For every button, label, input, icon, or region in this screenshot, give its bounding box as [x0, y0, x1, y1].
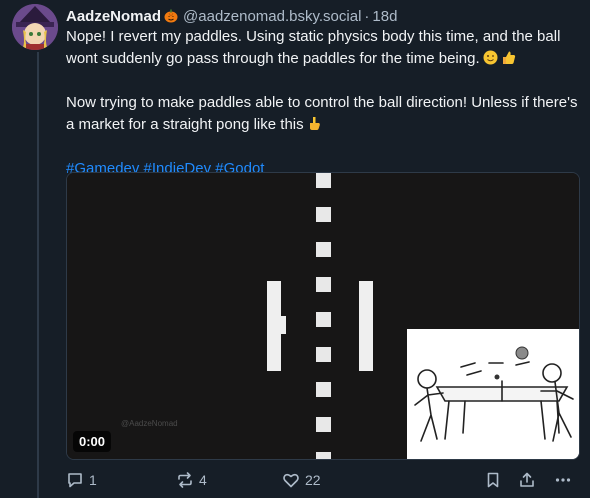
- separator: ·: [364, 7, 370, 25]
- more-options-button[interactable]: [554, 468, 572, 492]
- thread-line: [37, 52, 39, 498]
- reply-count: 1: [89, 472, 97, 488]
- like-count: 22: [305, 472, 321, 488]
- reply-button[interactable]: 1: [66, 468, 97, 492]
- bookmark-button[interactable]: [484, 468, 502, 492]
- repost-count: 4: [199, 472, 207, 488]
- more-icon: [554, 471, 572, 489]
- video-watermark: @AadzeNomad: [121, 419, 178, 428]
- center-line-segment: [316, 312, 331, 327]
- bookmark-icon: [484, 471, 502, 489]
- display-name[interactable]: AadzeNomad: [66, 8, 161, 25]
- video-time: 0:00: [73, 431, 112, 452]
- like-button[interactable]: 22: [282, 468, 321, 492]
- ping-pong-sketch-image: [407, 329, 579, 459]
- center-line-segment: [316, 382, 331, 397]
- pointing-down-icon: [307, 116, 322, 131]
- author-handle[interactable]: @aadzenomad.bsky.social: [183, 8, 361, 25]
- post-paragraph-2: Now trying to make paddles able to contr…: [66, 92, 582, 136]
- center-line-segment: [316, 452, 331, 459]
- video-player[interactable]: @AadzeNomad 0:00: [66, 172, 580, 460]
- post-paragraph-2-text: Now trying to make paddles able to contr…: [66, 94, 578, 133]
- post-header: AadzeNomad @aadzenomad.bsky.social · 18d: [66, 6, 397, 26]
- post-actions: 1 4 22: [66, 468, 582, 492]
- center-line-segment: [316, 207, 331, 222]
- post-time[interactable]: 18d: [372, 8, 397, 25]
- share-button[interactable]: [518, 468, 536, 492]
- winking-face-icon: [483, 50, 498, 65]
- avatar[interactable]: [12, 4, 58, 50]
- reply-icon: [66, 471, 84, 489]
- paddle-nub: [280, 316, 286, 334]
- center-line-segment: [316, 242, 331, 257]
- right-paddle: [359, 281, 373, 371]
- thumbs-up-icon: [501, 50, 516, 65]
- post-paragraph-1: Nope! I revert my paddles. Using static …: [66, 26, 582, 70]
- center-line-segment: [316, 417, 331, 432]
- repost-icon: [176, 471, 194, 489]
- pumpkin-icon: [164, 9, 178, 23]
- center-line-segment: [316, 347, 331, 362]
- heart-icon: [282, 471, 300, 489]
- center-line-segment: [316, 277, 331, 292]
- video-frame: @AadzeNomad 0:00: [67, 173, 579, 459]
- center-line-segment: [316, 173, 331, 188]
- repost-button[interactable]: 4: [176, 468, 207, 492]
- left-paddle: [267, 281, 281, 371]
- share-icon: [518, 471, 536, 489]
- post-text: Nope! I revert my paddles. Using static …: [66, 26, 582, 180]
